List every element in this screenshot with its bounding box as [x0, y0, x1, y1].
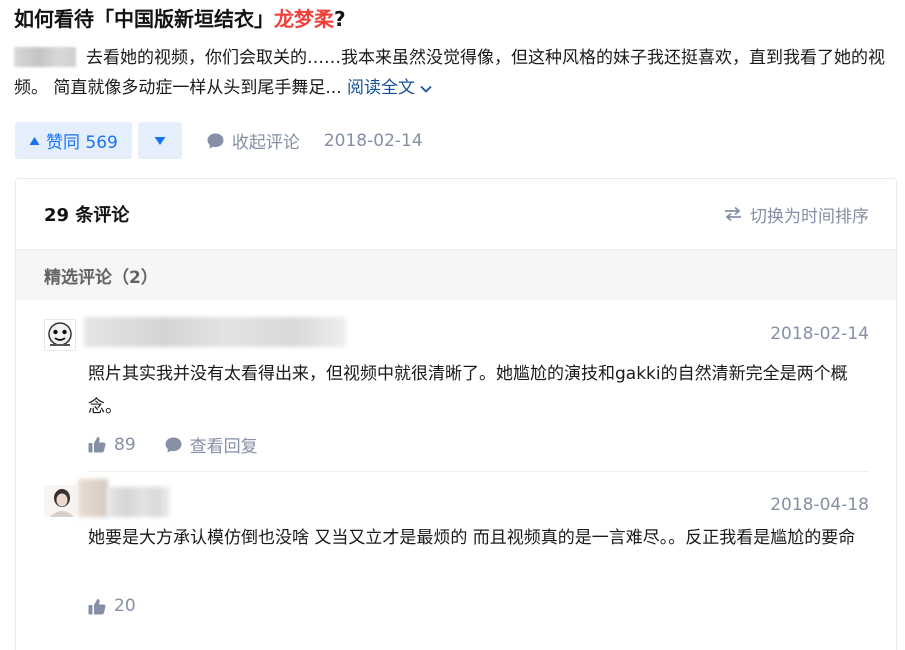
swap-arrows-icon [725, 206, 741, 222]
collapse-comments-label: 收起评论 [231, 133, 300, 153]
commenter-name-redacted [108, 487, 170, 517]
comment-like-count: 20 [114, 596, 136, 616]
commenter-name-redacted [84, 317, 346, 347]
comment-meta: 20 [88, 596, 136, 616]
comment-item: 2018-04-18 她要是大方承认模仿倒也没啥 又当又立才是最烦的 而且视频真… [16, 472, 896, 650]
question-title[interactable]: 如何看待「中国版新垣结衣」龙梦柔? [14, 4, 346, 34]
comment-like-count: 89 [114, 434, 136, 455]
comment-text: 照片其实我并没有太看得出来，但视频中就很清晰了。她尴尬的演技和gakki的自然清… [88, 364, 848, 417]
excerpt-text: 去看她的视频，你们会取关的……我本来虽然没觉得像，但这种风格的妹子我还挺喜欢，直… [14, 48, 885, 98]
comment-like-button[interactable]: 20 [88, 596, 136, 616]
page: 如何看待「中国版新垣结衣」龙梦柔? 去看她的视频，你们会取关的……我本来虽然没觉… [0, 0, 905, 650]
question-title-highlight: 龙梦柔 [274, 7, 334, 31]
answer-excerpt[interactable]: 去看她的视频，你们会取关的……我本来虽然没觉得像，但这种风格的妹子我还挺喜欢，直… [14, 43, 899, 103]
comment-meta: 89 查看回复 [88, 432, 258, 457]
thumbs-up-icon [88, 437, 106, 453]
view-replies-button[interactable]: 查看回复 [164, 432, 258, 457]
comment-bubble-icon [207, 133, 224, 148]
comment-date: 2018-02-14 [770, 324, 869, 344]
downvote-button[interactable] [137, 122, 182, 159]
chevron-down-icon [420, 85, 432, 93]
upvote-button[interactable]: 赞同 569 [15, 122, 132, 159]
question-title-prefix: 如何看待「中国版新垣结衣」 [14, 7, 274, 31]
featured-comments-label: 精选评论（2） [16, 250, 896, 300]
comment-text: 她要是大方承认模仿倒也没啥 又当又立才是最烦的 而且视频真的是一言难尽。。反正我… [88, 528, 856, 548]
upvote-label: 赞同 569 [46, 133, 118, 153]
view-replies-label: 查看回复 [189, 437, 258, 457]
sort-toggle-label: 切换为时间排序 [750, 206, 869, 227]
answer-actions: 赞同 569 收起评论 2018-02-14 [15, 122, 423, 159]
triangle-up-icon [29, 136, 40, 145]
comment-like-button[interactable]: 89 [88, 435, 136, 455]
author-name-redacted [14, 47, 76, 67]
question-title-suffix: ? [334, 7, 346, 31]
comment-bubble-icon [165, 437, 182, 452]
read-more-link[interactable]: 阅读全文 [347, 78, 433, 98]
comment-count: 29 条评论 [44, 205, 130, 226]
triangle-down-icon [154, 136, 166, 145]
read-more-label: 阅读全文 [347, 78, 416, 98]
collapse-comments-button[interactable]: 收起评论 [206, 128, 300, 153]
avatar[interactable] [44, 319, 76, 351]
comments-header: 29 条评论 切换为时间排序 [16, 179, 896, 250]
sort-toggle-button[interactable]: 切换为时间排序 [724, 202, 869, 227]
avatar-extension-redacted [78, 479, 108, 517]
comment-item: 2018-02-14 照片其实我并没有太看得出来，但视频中就很清晰了。她尴尬的演… [16, 300, 896, 472]
thumbs-up-icon [88, 598, 106, 614]
avatar[interactable] [44, 485, 76, 517]
answer-date: 2018-02-14 [323, 130, 423, 151]
comment-date: 2018-04-18 [770, 495, 869, 515]
comments-panel: 29 条评论 切换为时间排序 精选评论（2） 2018-02-14 照片其实我并… [15, 178, 897, 650]
